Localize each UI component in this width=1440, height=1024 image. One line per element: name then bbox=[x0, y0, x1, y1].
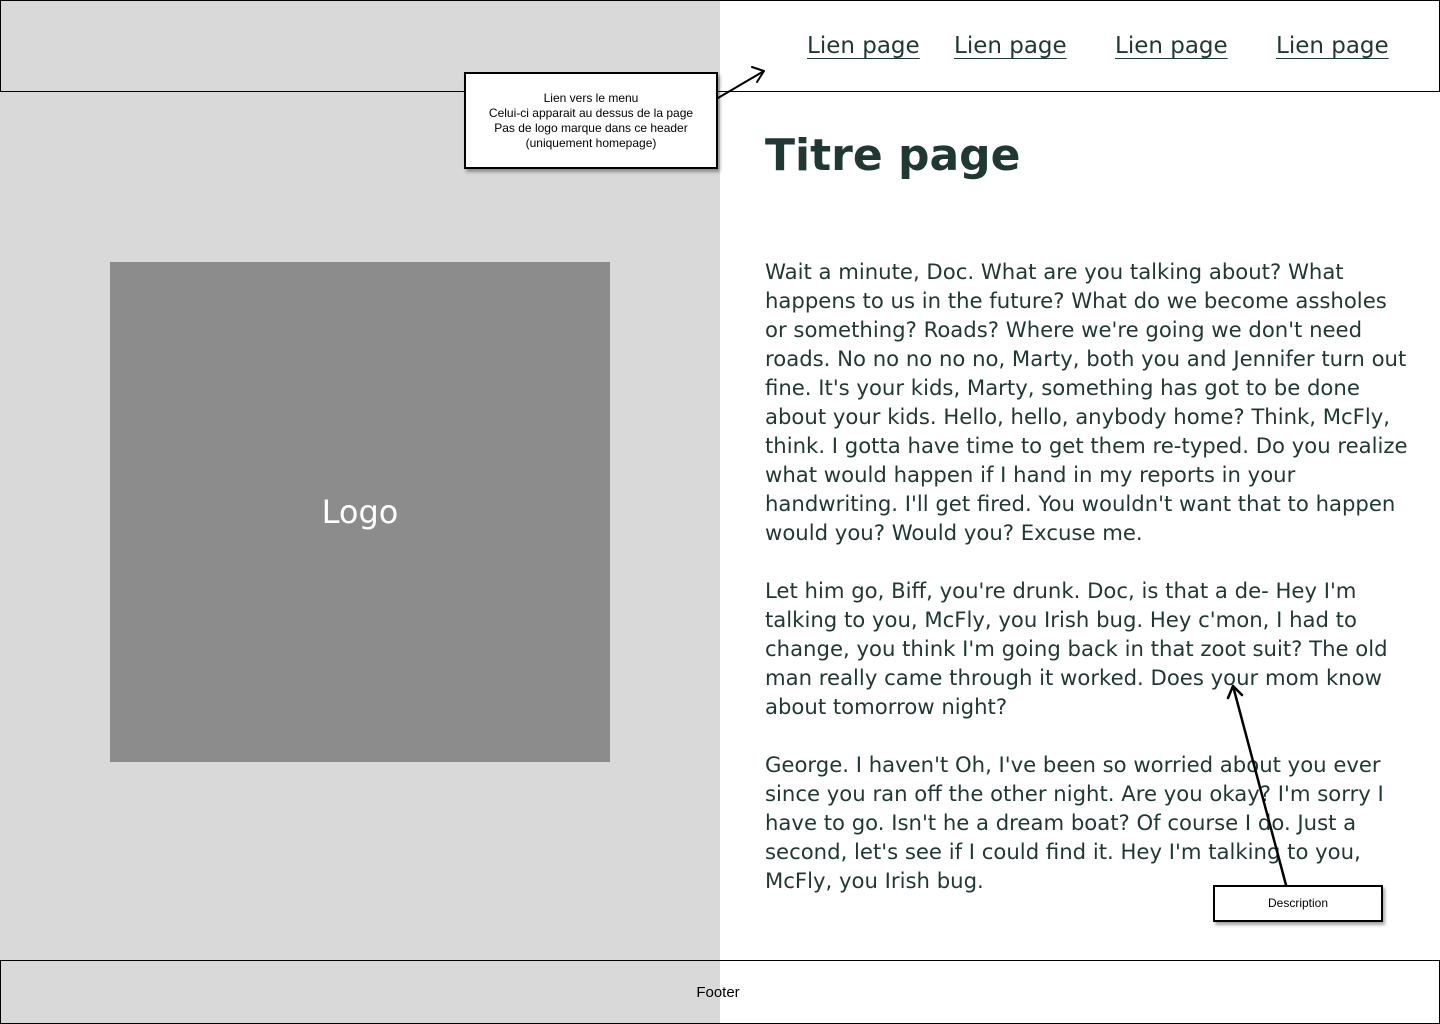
menu-note-line-4: (uniquement homepage) bbox=[525, 135, 657, 150]
menu-note-line-1: Lien vers le menu bbox=[543, 90, 639, 105]
header: Lien page Lien page Lien page Lien page bbox=[0, 0, 1440, 92]
nav-link-1[interactable]: Lien page bbox=[807, 33, 920, 59]
paragraph-3: George. I haven't Oh, I've been so worri… bbox=[765, 752, 1384, 893]
description-note-label: Description bbox=[1267, 896, 1329, 910]
description-annotation-note: Description bbox=[1213, 885, 1383, 922]
footer: Footer bbox=[0, 960, 1440, 1024]
nav-link-2[interactable]: Lien page bbox=[954, 33, 1067, 59]
menu-annotation-note: Lien vers le menu Celui-ci apparait au d… bbox=[464, 72, 718, 169]
footer-label: Footer bbox=[696, 983, 740, 1001]
nav-link-4[interactable]: Lien page bbox=[1276, 33, 1389, 59]
nav-link-3[interactable]: Lien page bbox=[1115, 33, 1228, 59]
page-content: Wait a minute, Doc. What are you talking… bbox=[765, 257, 1411, 924]
paragraph-2: Let him go, Biff, you're drunk. Doc, is … bbox=[765, 578, 1388, 719]
page-title: Titre page bbox=[765, 130, 1021, 181]
menu-note-line-2: Celui-ci apparait au dessus de la page bbox=[488, 105, 694, 120]
logo-label: Logo bbox=[321, 493, 399, 531]
menu-note-line-3: Pas de logo marque dans ce header bbox=[494, 120, 688, 135]
paragraph-1: Wait a minute, Doc. What are you talking… bbox=[765, 259, 1408, 545]
logo-placeholder: Logo bbox=[110, 262, 610, 762]
